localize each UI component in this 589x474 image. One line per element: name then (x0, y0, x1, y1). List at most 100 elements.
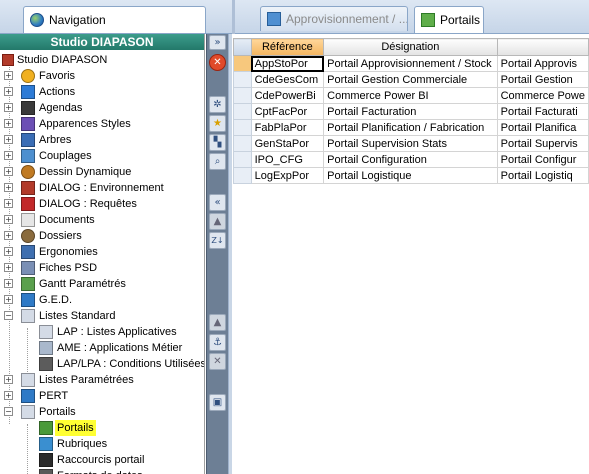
cell-column-3[interactable]: Portail Planifica (496, 119, 589, 136)
cell-designation[interactable]: Portail Facturation (323, 103, 498, 120)
tree-item[interactable]: + DIALOG : Environnement (0, 180, 204, 196)
tree-item[interactable]: Formats de dates (0, 468, 204, 474)
tree-item[interactable]: + Favoris (0, 68, 204, 84)
cell-designation[interactable]: Portail Supervision Stats (323, 135, 498, 152)
cell-column-3[interactable]: Portail Facturati (496, 103, 589, 120)
tab-approvisionnement[interactable]: Approvisionnement / ... (260, 6, 408, 31)
cell-reference[interactable]: IPO_CFG (250, 151, 325, 168)
expand-icon[interactable]: + (4, 375, 13, 384)
tree-item[interactable]: − Listes Standard (0, 308, 204, 324)
expand-icon[interactable]: + (4, 87, 13, 96)
link-button[interactable]: ⚓ (209, 334, 226, 351)
table-row[interactable]: AppStoPor Portail Approvisionnement / Sto… (233, 55, 589, 72)
tree-item[interactable]: Rubriques (0, 436, 204, 452)
tree-item[interactable]: + Actions (0, 84, 204, 100)
tree-root[interactable]: Studio DIAPASON (0, 52, 204, 68)
tree-item[interactable]: + PERT (0, 388, 204, 404)
tree-item[interactable]: + Dossiers (0, 228, 204, 244)
row-selector[interactable] (233, 55, 252, 72)
cell-reference[interactable]: CdePowerBi (250, 87, 325, 104)
expand-icon[interactable]: + (4, 151, 13, 160)
tree-item[interactable]: + Fiches PSD (0, 260, 204, 276)
expand-icon[interactable]: + (4, 215, 13, 224)
tree-item[interactable]: + Apparences Styles (0, 116, 204, 132)
expand-icon[interactable]: + (4, 167, 13, 176)
collapse-all-button[interactable]: « (209, 194, 226, 211)
table-row[interactable]: LogExpPor Portail Logistique Portail Logis… (233, 167, 589, 184)
pane-separator[interactable] (232, 0, 235, 34)
tree-item[interactable]: + Listes Paramétrées (0, 372, 204, 388)
move-up-button[interactable]: ▲ (209, 213, 226, 230)
expand-icon[interactable]: + (4, 295, 13, 304)
cell-reference[interactable]: AppStoPor (250, 55, 325, 72)
tree-item-selected[interactable]: Portails (0, 420, 204, 436)
collapse-icon[interactable]: − (4, 311, 13, 320)
row-selector[interactable] (233, 151, 252, 168)
row-selector[interactable] (233, 119, 252, 136)
expand-icon[interactable]: + (4, 231, 13, 240)
cell-reference[interactable]: GenStaPor (250, 135, 325, 152)
cell-reference[interactable]: LogExpPor (250, 167, 325, 184)
expand-icon[interactable]: + (4, 199, 13, 208)
table-row[interactable]: IPO_CFG Portail Configuration Portail Conf… (233, 151, 589, 168)
collapse-icon[interactable]: − (4, 407, 13, 416)
collapse-panel-button[interactable]: » (209, 35, 226, 50)
expand-icon[interactable]: + (4, 135, 13, 144)
tree-item[interactable]: LAP : Listes Applicatives (0, 324, 204, 340)
tree-item[interactable]: Raccourcis portail (0, 452, 204, 468)
column-header-3[interactable] (496, 38, 589, 56)
row-selector[interactable] (233, 103, 252, 120)
favorites-button[interactable]: ★ (209, 115, 226, 132)
tree-item[interactable]: + Arbres (0, 132, 204, 148)
row-selector[interactable] (233, 71, 252, 88)
row-selector[interactable] (233, 135, 252, 152)
close-button[interactable]: ✕ (209, 54, 226, 71)
tree-item[interactable]: + Couplages (0, 148, 204, 164)
expand-icon[interactable]: + (4, 279, 13, 288)
search-button[interactable]: ⌕ (209, 153, 226, 170)
cell-reference[interactable]: CptFacPor (250, 103, 325, 120)
cell-column-3[interactable]: Portail Approvis (496, 55, 589, 72)
tree-item[interactable]: + Ergonomies (0, 244, 204, 260)
expand-icon[interactable]: + (4, 263, 13, 272)
tree-item[interactable]: LAP/LPA : Conditions Utilisées (0, 356, 204, 372)
tree-item[interactable]: + Dessin Dynamique (0, 164, 204, 180)
expand-icon[interactable]: + (4, 391, 13, 400)
expand-icon[interactable]: + (4, 119, 13, 128)
cell-column-3[interactable]: Portail Configur (496, 151, 589, 168)
properties-button[interactable]: ▚ (209, 134, 226, 151)
cell-column-3[interactable]: Commerce Powe (496, 87, 589, 104)
tree-item[interactable]: − Portails (0, 404, 204, 420)
move-up-button-2[interactable]: ▲ (209, 314, 226, 331)
expand-icon[interactable]: + (4, 103, 13, 112)
column-header-designation[interactable]: Désignation (323, 38, 498, 56)
expand-icon[interactable]: + (4, 247, 13, 256)
table-row[interactable]: CdePowerBi Commerce Power BI Commerce Powe (233, 87, 589, 104)
delete-button[interactable]: ✕ (209, 353, 226, 370)
select-all-corner[interactable] (233, 38, 252, 56)
cell-designation[interactable]: Portail Gestion Commerciale (323, 71, 498, 88)
cell-column-3[interactable]: Portail Supervis (496, 135, 589, 152)
table-row[interactable]: CdeGesCom Portail Gestion Commerciale Port… (233, 71, 589, 88)
tab-portails[interactable]: Portails (414, 6, 484, 33)
tree-item[interactable]: + G.E.D. (0, 292, 204, 308)
cell-column-3[interactable]: Portail Gestion (496, 71, 589, 88)
tools-button[interactable]: ✲ (209, 96, 226, 113)
cell-designation[interactable]: Commerce Power BI (323, 87, 498, 104)
cell-designation[interactable]: Portail Configuration (323, 151, 498, 168)
sort-button[interactable]: Z↓ (209, 232, 226, 249)
cell-designation[interactable]: Portail Logistique (323, 167, 498, 184)
cell-designation[interactable]: Portail Planification / Fabrication (323, 119, 498, 136)
table-row[interactable]: CptFacPor Portail Facturation Portail Fact… (233, 103, 589, 120)
table-row[interactable]: GenStaPor Portail Supervision Stats Portai… (233, 135, 589, 152)
expand-icon[interactable]: + (4, 183, 13, 192)
cell-reference[interactable]: FabPlaPor (250, 119, 325, 136)
tree-item[interactable]: + DIALOG : Requêtes (0, 196, 204, 212)
row-selector[interactable] (233, 167, 252, 184)
tree-item[interactable]: + Agendas (0, 100, 204, 116)
tab-navigation[interactable]: Navigation (23, 6, 206, 33)
tree-item[interactable]: + Documents (0, 212, 204, 228)
column-header-reference[interactable]: Référence (250, 38, 325, 56)
cell-designation[interactable]: Portail Approvisionnement / Stock (323, 55, 498, 72)
tree-item[interactable]: AME : Applications Métier (0, 340, 204, 356)
